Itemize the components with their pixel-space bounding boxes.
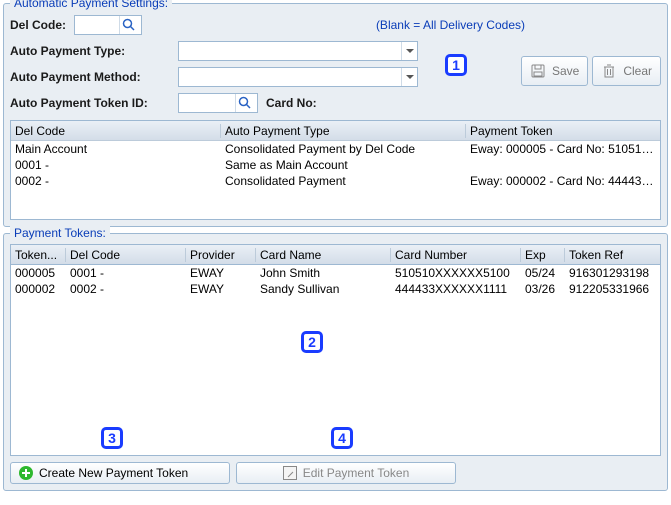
search-icon[interactable] — [119, 16, 137, 34]
card-no-label: Card No: — [266, 96, 317, 110]
save-button[interactable]: Save — [521, 56, 588, 86]
cell: 03/26 — [521, 282, 565, 296]
settings-grid-body: Main Account Consolidated Payment by Del… — [11, 141, 660, 189]
del-code-lookup[interactable] — [74, 15, 142, 35]
clear-button-label: Clear — [623, 64, 652, 78]
tokens-row[interactable]: 000005 0001 - EWAY John Smith 510510XXXX… — [11, 265, 660, 281]
settings-grid[interactable]: Del Code Auto Payment Type Payment Token… — [10, 120, 661, 220]
cell: Sandy Sullivan — [256, 282, 391, 296]
save-button-label: Save — [552, 64, 579, 78]
clear-icon — [601, 63, 617, 79]
create-token-label: Create New Payment Token — [39, 466, 188, 480]
cell: EWAY — [186, 266, 256, 280]
tokens-grid-header: Token... Del Code Provider Card Name Car… — [10, 244, 661, 264]
tokens-col-token[interactable]: Token... — [11, 248, 66, 262]
auto-pay-type-input[interactable] — [179, 42, 401, 60]
cell: Same as Main Account — [221, 158, 466, 172]
search-icon[interactable] — [235, 94, 253, 112]
settings-col-autopaytype[interactable]: Auto Payment Type — [221, 124, 466, 138]
clear-button[interactable]: Clear — [592, 56, 661, 86]
auto-payment-settings-panel: Automatic Payment Settings: Del Code: (B… — [3, 3, 668, 227]
cell: 0001 - — [11, 158, 221, 172]
tokens-col-tokenref[interactable]: Token Ref — [565, 248, 660, 262]
cell: 000005 — [11, 266, 66, 280]
chevron-down-icon[interactable] — [401, 42, 417, 60]
auto-pay-method-input[interactable] — [179, 68, 401, 86]
cell: 0002 - — [11, 174, 221, 188]
edit-icon — [283, 466, 297, 480]
auto-pay-token-id-label: Auto Payment Token ID: — [10, 96, 178, 110]
plus-icon — [19, 466, 33, 480]
cell: Consolidated Payment by Del Code — [221, 142, 466, 156]
payment-tokens-panel: Payment Tokens: Token... Del Code Provid… — [3, 233, 668, 491]
cell: 916301293198 — [565, 266, 660, 280]
chevron-down-icon[interactable] — [401, 68, 417, 86]
auto-pay-token-id-input[interactable] — [179, 94, 235, 112]
settings-grid-header: Del Code Auto Payment Type Payment Token — [11, 121, 660, 141]
auto-pay-method-label: Auto Payment Method: — [10, 70, 178, 84]
cell: John Smith — [256, 266, 391, 280]
tokens-col-exp[interactable]: Exp — [521, 248, 565, 262]
auto-payment-settings-title: Automatic Payment Settings: — [10, 0, 172, 10]
edit-token-label: Edit Payment Token — [303, 466, 410, 480]
cell: 000002 — [11, 282, 66, 296]
cell: 510510XXXXXX5100 — [391, 266, 521, 280]
settings-row[interactable]: 0002 - Consolidated Payment Eway: 000002… — [11, 173, 660, 189]
cell: Eway: 000005 - Card No: 510510XX... — [466, 142, 660, 156]
tokens-grid[interactable]: Token... Del Code Provider Card Name Car… — [10, 244, 661, 456]
tokens-col-delcode[interactable]: Del Code — [66, 248, 186, 262]
auto-pay-type-combo[interactable] — [178, 41, 418, 61]
auto-pay-method-combo[interactable] — [178, 67, 418, 87]
del-code-input[interactable] — [75, 16, 119, 34]
cell: Eway: 000002 - Card No: 444433XX... — [466, 174, 660, 188]
tokens-col-cardnum[interactable]: Card Number — [391, 248, 521, 262]
cell: Main Account — [11, 142, 221, 156]
create-token-button[interactable]: Create New Payment Token — [10, 462, 230, 484]
cell: 0001 - — [66, 266, 186, 280]
cell: 0002 - — [66, 282, 186, 296]
cell: 05/24 — [521, 266, 565, 280]
settings-col-paymenttoken[interactable]: Payment Token — [466, 124, 660, 138]
callout-marker-2: 2 — [301, 331, 323, 353]
del-code-label: Del Code: — [10, 18, 74, 32]
payment-tokens-title: Payment Tokens: — [10, 226, 110, 240]
settings-row[interactable]: Main Account Consolidated Payment by Del… — [11, 141, 660, 157]
edit-token-button[interactable]: Edit Payment Token — [236, 462, 456, 484]
cell: 912205331966 — [565, 282, 660, 296]
tokens-col-provider[interactable]: Provider — [186, 248, 256, 262]
callout-marker-1: 1 — [445, 54, 467, 76]
auto-pay-token-id-lookup[interactable] — [178, 93, 258, 113]
settings-row[interactable]: 0001 - Same as Main Account — [11, 157, 660, 173]
cell: Consolidated Payment — [221, 174, 466, 188]
save-icon — [530, 63, 546, 79]
tokens-row[interactable]: 000002 0002 - EWAY Sandy Sullivan 444433… — [11, 281, 660, 297]
callout-marker-4: 4 — [331, 427, 353, 449]
auto-pay-type-label: Auto Payment Type: — [10, 44, 178, 58]
cell: EWAY — [186, 282, 256, 296]
settings-col-delcode[interactable]: Del Code — [11, 124, 221, 138]
tokens-grid-body: 000005 0001 - EWAY John Smith 510510XXXX… — [10, 264, 661, 456]
tokens-col-cardname[interactable]: Card Name — [256, 248, 391, 262]
blank-note: (Blank = All Delivery Codes) — [376, 18, 525, 32]
cell: 444433XXXXXX1111 — [391, 282, 521, 296]
callout-marker-3: 3 — [101, 427, 123, 449]
